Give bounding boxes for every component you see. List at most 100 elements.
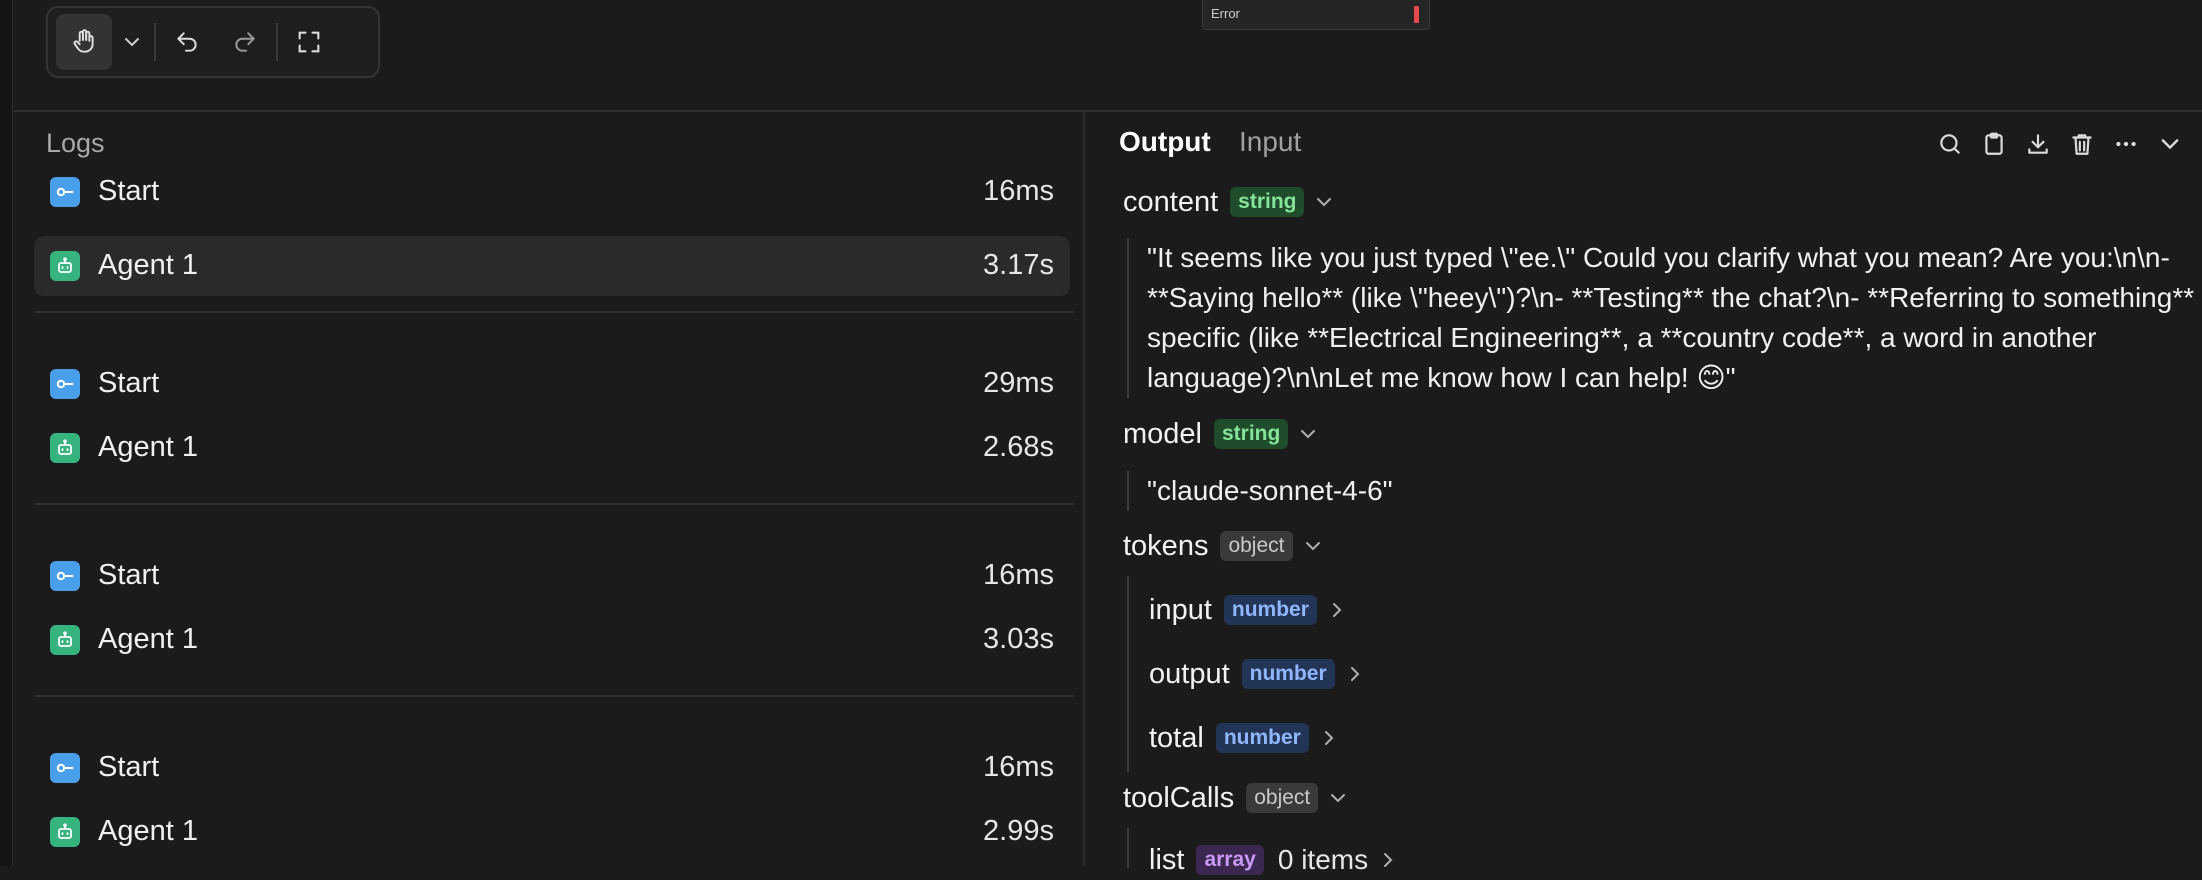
- output-actions: [1928, 126, 2192, 162]
- download-button[interactable]: [2016, 126, 2060, 162]
- chevron-down-icon[interactable]: [1298, 423, 1320, 445]
- fullscreen-icon: [298, 31, 320, 53]
- undo-icon: [177, 32, 197, 52]
- more-button[interactable]: [2104, 126, 2148, 162]
- field-tokens-total[interactable]: total number: [1149, 718, 1341, 758]
- fullscreen-button[interactable]: [280, 14, 338, 70]
- pan-tool-button[interactable]: [56, 14, 112, 70]
- field-name: toolCalls: [1123, 781, 1235, 814]
- delete-button[interactable]: [2060, 126, 2104, 162]
- type-badge-object: object: [1220, 531, 1293, 561]
- output-panel: Output Input content string "It seems li…: [1085, 112, 2202, 876]
- type-badge-string: string: [1214, 419, 1289, 449]
- field-tokens-output[interactable]: output number: [1149, 654, 1367, 694]
- chevron-down-icon: [2161, 139, 2179, 150]
- logs-title: Logs: [46, 128, 105, 158]
- field-name: tokens: [1123, 529, 1209, 562]
- canvas-toolbar: [46, 6, 380, 78]
- log-row[interactable]: Start 16ms: [34, 546, 1070, 606]
- log-duration: 2.99s: [983, 815, 1054, 847]
- chevron-down-icon[interactable]: [1314, 191, 1336, 213]
- field-toolcalls-list[interactable]: list array 0 items: [1149, 840, 1400, 880]
- chevron-right-icon[interactable]: [1378, 849, 1400, 871]
- nest-guide: [1127, 828, 1129, 868]
- error-node[interactable]: Error: [1202, 0, 1430, 30]
- log-row[interactable]: Agent 1 3.17s: [34, 236, 1070, 296]
- clipboard-icon: [1985, 132, 2003, 155]
- chevron-down-icon[interactable]: [1328, 787, 1350, 809]
- toolbar-separator: [154, 23, 156, 61]
- type-badge-number: number: [1241, 659, 1335, 689]
- agent-block-icon: [50, 433, 80, 463]
- start-block-icon: [50, 177, 80, 207]
- log-row[interactable]: Start 16ms: [34, 738, 1070, 798]
- log-duration: 29ms: [983, 367, 1054, 399]
- log-duration: 3.03s: [983, 623, 1054, 655]
- type-badge-array: array: [1196, 845, 1264, 875]
- field-name: list: [1149, 843, 1185, 876]
- log-label: Agent 1: [98, 815, 198, 847]
- search-button[interactable]: [1928, 126, 1972, 162]
- run-separator: [34, 311, 1074, 313]
- start-block-icon: [50, 753, 80, 783]
- left-edge: [0, 0, 13, 866]
- field-model[interactable]: model string: [1123, 414, 1320, 454]
- copy-button[interactable]: [1972, 126, 2016, 162]
- start-block-icon: [50, 369, 80, 399]
- log-label: Start: [98, 751, 160, 783]
- type-badge-object: object: [1246, 783, 1319, 813]
- log-label: Agent 1: [98, 623, 198, 655]
- log-row[interactable]: Start 29ms: [34, 354, 1070, 414]
- field-name: content: [1123, 185, 1219, 218]
- item-count: 0 items: [1277, 844, 1369, 875]
- collapse-panel-button[interactable]: [2148, 126, 2192, 162]
- start-block-icon: [50, 561, 80, 591]
- log-label: Agent 1: [98, 249, 198, 281]
- field-toolcalls[interactable]: toolCalls object: [1123, 778, 1350, 818]
- log-row[interactable]: Start 16ms: [34, 162, 1070, 222]
- error-node-label: Error: [1211, 6, 1240, 21]
- redo-button[interactable]: [216, 14, 274, 70]
- run-separator: [34, 503, 1074, 505]
- type-badge-string: string: [1230, 187, 1305, 217]
- log-label: Start: [98, 367, 160, 399]
- trash-icon: [2072, 134, 2092, 155]
- chevron-down-icon: [125, 38, 139, 47]
- log-duration: 16ms: [983, 559, 1054, 591]
- log-row[interactable]: Agent 1 3.03s: [34, 610, 1070, 670]
- log-label: Start: [98, 175, 160, 207]
- log-duration: 3.17s: [983, 249, 1054, 281]
- log-label: Start: [98, 559, 160, 591]
- redo-icon: [235, 32, 255, 52]
- log-duration: 16ms: [983, 175, 1054, 207]
- undo-button[interactable]: [158, 14, 216, 70]
- field-tokens[interactable]: tokens object: [1123, 526, 1325, 566]
- log-label: Agent 1: [98, 431, 198, 463]
- chevron-right-icon[interactable]: [1345, 663, 1367, 685]
- tool-menu-button[interactable]: [112, 14, 152, 70]
- search-icon: [1940, 134, 1960, 154]
- agent-block-icon: [50, 817, 80, 847]
- tab-input[interactable]: Input: [1239, 126, 1301, 158]
- run-separator: [34, 695, 1074, 697]
- field-name: model: [1123, 417, 1202, 450]
- log-row[interactable]: Agent 1 2.99s: [34, 802, 1070, 862]
- field-content[interactable]: content string: [1123, 182, 1336, 222]
- error-status-indicator: [1414, 6, 1419, 23]
- chevron-down-icon[interactable]: [1303, 535, 1325, 557]
- field-tokens-input[interactable]: input number: [1149, 590, 1349, 630]
- chevron-right-icon[interactable]: [1319, 727, 1341, 749]
- log-duration: 2.68s: [983, 431, 1054, 463]
- type-badge-number: number: [1215, 723, 1309, 753]
- chevron-right-icon[interactable]: [1327, 599, 1349, 621]
- nest-guide: [1127, 576, 1129, 772]
- tab-output[interactable]: Output: [1119, 126, 1211, 158]
- log-row[interactable]: Agent 1 2.68s: [34, 418, 1070, 478]
- type-badge-number: number: [1223, 595, 1317, 625]
- agent-block-icon: [50, 251, 80, 281]
- logs-panel: Logs Start 16ms Agent 1 3.17s Start 29ms Agent…: [14, 112, 1083, 866]
- log-duration: 16ms: [983, 751, 1054, 783]
- hand-icon: [73, 29, 94, 53]
- more-icon: [2116, 141, 2136, 147]
- model-value: "claude-sonnet-4-6": [1127, 471, 2202, 511]
